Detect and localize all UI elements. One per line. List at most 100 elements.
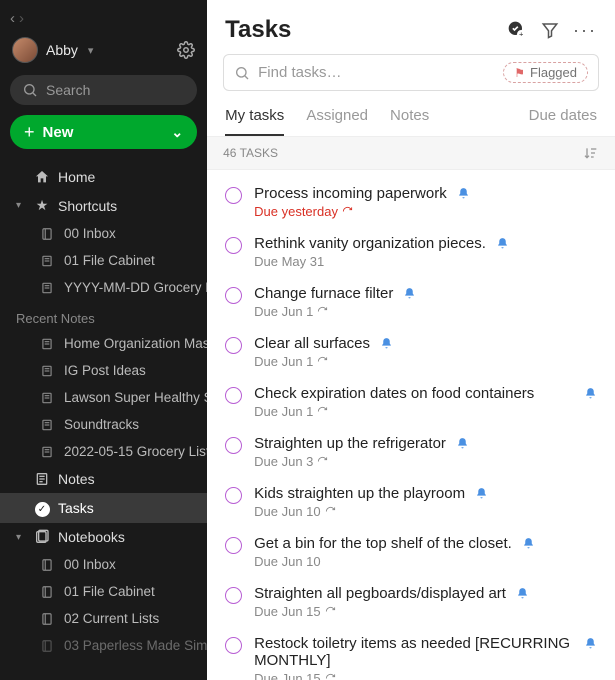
- notebook-item[interactable]: 02 Current Lists: [0, 605, 207, 632]
- sidebar-item-notes[interactable]: ▸ Notes: [0, 465, 207, 493]
- notebook-item[interactable]: 00 Inbox: [0, 551, 207, 578]
- flagged-filter-chip[interactable]: ⚑ Flagged: [503, 62, 588, 83]
- task-checkbox[interactable]: [225, 587, 242, 604]
- note-icon: [40, 418, 56, 432]
- task-checkbox[interactable]: [225, 337, 242, 354]
- task-due: Due Jun 10: [254, 504, 597, 519]
- task-checkbox[interactable]: [225, 237, 242, 254]
- task-checkbox[interactable]: [225, 437, 242, 454]
- task-body: Straighten all pegboards/displayed artDu…: [254, 585, 597, 619]
- task-checkbox[interactable]: [225, 537, 242, 554]
- recent-note-label: Soundtracks: [64, 417, 139, 432]
- task-body: Check expiration dates on food container…: [254, 385, 597, 419]
- task-due: Due May 31: [254, 254, 597, 269]
- recent-note-item[interactable]: Lawson Super Healthy Su…: [0, 384, 207, 411]
- nav-back-icon[interactable]: ‹: [10, 10, 15, 27]
- profile-row: Abby ▾: [0, 35, 207, 71]
- notebook-item[interactable]: 03 Paperless Made Simple: [0, 632, 207, 659]
- find-placeholder: Find tasks…: [258, 64, 495, 81]
- task-item[interactable]: Check expiration dates on food container…: [207, 376, 615, 426]
- task-checkbox[interactable]: [225, 637, 242, 654]
- sidebar-item-home[interactable]: ▸ Home: [0, 163, 207, 191]
- sidebar: ‹ › Abby ▾ Search + New ⌄ ▸ Home: [0, 0, 207, 680]
- reminder-bell-icon: [475, 487, 488, 500]
- sidebar-item-notebooks[interactable]: ▾ Notebooks: [0, 523, 207, 551]
- task-checkbox[interactable]: [225, 187, 242, 204]
- task-due: Due Jun 15: [254, 671, 597, 680]
- task-checkbox[interactable]: [225, 387, 242, 404]
- task-checkbox[interactable]: [225, 287, 242, 304]
- tab-notes[interactable]: Notes: [390, 107, 429, 136]
- tab-due-dates[interactable]: Due dates: [529, 107, 597, 136]
- recurring-icon: [325, 506, 336, 517]
- task-due: Due Jun 1: [254, 304, 597, 319]
- task-checkbox[interactable]: [225, 487, 242, 504]
- task-due: Due Jun 1: [254, 404, 597, 419]
- tab-assigned[interactable]: Assigned: [306, 107, 368, 136]
- notebook-item[interactable]: 01 File Cabinet: [0, 578, 207, 605]
- sidebar-item-tasks[interactable]: ▸ ✓ Tasks: [0, 493, 207, 523]
- task-item[interactable]: Restock toiletry items as needed [RECURR…: [207, 626, 615, 680]
- shortcut-label: 01 File Cabinet: [64, 253, 155, 268]
- recurring-icon: [317, 306, 328, 317]
- profile-name: Abby: [46, 42, 78, 58]
- task-body: Restock toiletry items as needed [RECURR…: [254, 635, 597, 680]
- shortcut-item[interactable]: YYYY-MM-DD Grocery List: [0, 274, 207, 301]
- tab-my-tasks[interactable]: My tasks: [225, 107, 284, 136]
- recent-note-label: Lawson Super Healthy Su…: [64, 390, 207, 405]
- notebook-label: 01 File Cabinet: [64, 584, 155, 599]
- task-title: Get a bin for the top shelf of the close…: [254, 535, 512, 552]
- avatar: [12, 37, 38, 63]
- recent-note-item[interactable]: IG Post Ideas: [0, 357, 207, 384]
- task-due: Due Jun 15: [254, 604, 597, 619]
- reminder-bell-icon: [522, 537, 535, 550]
- sort-button[interactable]: [583, 145, 599, 161]
- task-item[interactable]: Clear all surfacesDue Jun 1: [207, 326, 615, 376]
- search-input[interactable]: Search: [10, 75, 197, 105]
- task-title: Restock toiletry items as needed [RECURR…: [254, 635, 578, 669]
- task-item[interactable]: Straighten all pegboards/displayed artDu…: [207, 576, 615, 626]
- reminder-bell-icon: [584, 387, 597, 400]
- sidebar-item-label: Shortcuts: [58, 198, 195, 214]
- new-button[interactable]: + New ⌄: [10, 115, 197, 149]
- shortcut-label: YYYY-MM-DD Grocery List: [64, 280, 207, 295]
- note-icon: [40, 337, 56, 351]
- task-item[interactable]: Process incoming paperworkDue yesterday: [207, 176, 615, 226]
- caret-down-icon: ▾: [16, 200, 26, 211]
- new-button-label: New: [43, 124, 74, 141]
- star-icon: ★: [34, 197, 50, 214]
- task-title: Straighten up the refrigerator: [254, 435, 446, 452]
- more-button[interactable]: ···: [573, 20, 597, 41]
- recurring-icon: [317, 406, 328, 417]
- recent-note-item[interactable]: Soundtracks: [0, 411, 207, 438]
- shortcut-item[interactable]: 00 Inbox: [0, 220, 207, 247]
- task-item[interactable]: Get a bin for the top shelf of the close…: [207, 526, 615, 576]
- task-item[interactable]: Kids straighten up the playroomDue Jun 1…: [207, 476, 615, 526]
- nav-forward-icon[interactable]: ›: [19, 10, 24, 27]
- sidebar-item-shortcuts[interactable]: ▾ ★ Shortcuts: [0, 191, 207, 220]
- recent-note-label: 2022-05-15 Grocery List: [64, 444, 207, 459]
- add-task-icon: +: [507, 20, 527, 40]
- profile-button[interactable]: Abby ▾: [12, 37, 93, 63]
- settings-button[interactable]: [177, 41, 195, 59]
- find-tasks-input[interactable]: Find tasks… ⚑ Flagged: [223, 54, 599, 91]
- filter-button[interactable]: [541, 21, 559, 39]
- task-item[interactable]: Rethink vanity organization pieces.Due M…: [207, 226, 615, 276]
- reminder-bell-icon: [457, 187, 470, 200]
- add-task-button[interactable]: +: [507, 20, 527, 40]
- recent-note-item[interactable]: Home Organization Mast…: [0, 330, 207, 357]
- tabs: My tasks Assigned Notes Due dates: [207, 101, 615, 137]
- task-count-label: 46 TASKS: [223, 146, 278, 160]
- reminder-bell-icon: [496, 237, 509, 250]
- shortcut-item[interactable]: 01 File Cabinet: [0, 247, 207, 274]
- tasks-icon: ✓: [34, 499, 50, 517]
- task-body: Get a bin for the top shelf of the close…: [254, 535, 597, 569]
- svg-text:+: +: [519, 30, 524, 39]
- page-title: Tasks: [225, 16, 291, 44]
- recent-note-item[interactable]: 2022-05-15 Grocery List: [0, 438, 207, 465]
- task-item[interactable]: Straighten up the refrigeratorDue Jun 3: [207, 426, 615, 476]
- task-title: Change furnace filter: [254, 285, 393, 302]
- task-body: Straighten up the refrigeratorDue Jun 3: [254, 435, 597, 469]
- task-item[interactable]: Change furnace filter Due Jun 1: [207, 276, 615, 326]
- notebook-label: 02 Current Lists: [64, 611, 159, 626]
